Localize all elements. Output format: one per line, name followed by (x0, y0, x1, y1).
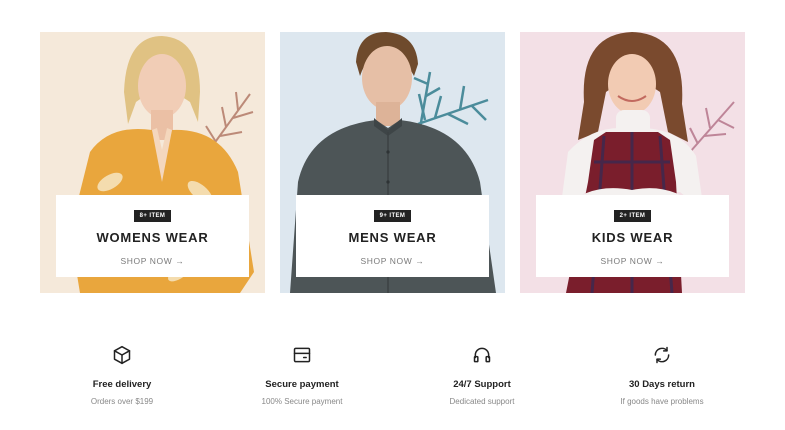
feature-title: Secure payment (265, 379, 339, 390)
category-card-womens[interactable]: 8+ ITEM WOMENS WEAR SHOP NOW → (40, 32, 265, 293)
feature-subtitle: Orders over $199 (90, 397, 154, 406)
refresh-icon (654, 346, 670, 364)
shop-now-label: SHOP NOW (360, 256, 413, 266)
category-cards: 8+ ITEM WOMENS WEAR SHOP NOW → 9+ ITEM M… (40, 32, 745, 293)
item-count-badge: 2+ ITEM (613, 210, 652, 222)
feature-free-delivery: Free delivery Orders over $199 (32, 340, 212, 407)
arrow-right-icon: → (415, 256, 425, 266)
shop-now-label: SHOP NOW (600, 256, 653, 266)
category-title: MENS WEAR (348, 230, 437, 245)
feature-title: Free delivery (92, 379, 152, 390)
category-info-box: 8+ ITEM WOMENS WEAR SHOP NOW → (56, 195, 249, 277)
item-count-badge: 8+ ITEM (133, 210, 172, 222)
arrow-right-icon: → (175, 256, 185, 266)
arrow-right-icon: → (655, 256, 665, 266)
shop-now-link[interactable]: SHOP NOW → (121, 255, 185, 267)
item-count-badge: 9+ ITEM (373, 210, 412, 222)
features-row: Free delivery Orders over $199 Secure pa… (0, 340, 785, 420)
category-title: KIDS WEAR (591, 230, 674, 245)
category-info-box: 2+ ITEM KIDS WEAR SHOP NOW → (536, 195, 729, 277)
shop-now-link[interactable]: SHOP NOW → (361, 255, 425, 267)
credit-card-icon (293, 347, 311, 363)
feature-title: 24/7 Support (453, 379, 511, 390)
feature-title: 30 Days return (628, 379, 695, 390)
category-title: WOMENS WEAR (96, 230, 209, 245)
shop-now-link[interactable]: SHOP NOW → (601, 255, 665, 267)
box-icon (113, 345, 131, 365)
feature-secure-payment: Secure payment 100% Secure payment (212, 340, 392, 407)
feature-subtitle: Dedicated support (449, 397, 515, 406)
category-card-mens[interactable]: 9+ ITEM MENS WEAR SHOP NOW → (280, 32, 505, 293)
feature-return: 30 Days return If goods have problems (572, 340, 752, 407)
headphones-icon (473, 347, 491, 363)
category-card-kids[interactable]: 2+ ITEM KIDS WEAR SHOP NOW → (520, 32, 745, 293)
category-info-box: 9+ ITEM MENS WEAR SHOP NOW → (296, 195, 489, 277)
shop-now-label: SHOP NOW (120, 256, 173, 266)
feature-subtitle: If goods have problems (620, 397, 704, 406)
feature-subtitle: 100% Secure payment (261, 397, 343, 406)
feature-support: 24/7 Support Dedicated support (392, 340, 572, 407)
